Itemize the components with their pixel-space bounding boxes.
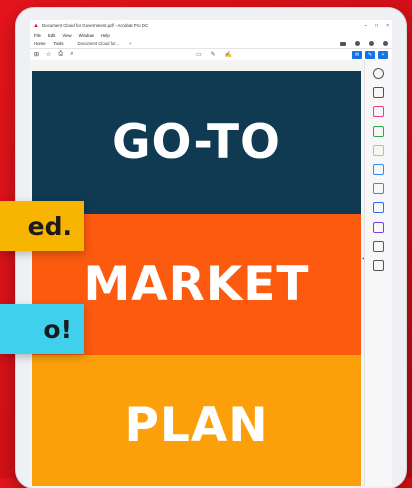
mail-icon[interactable]: ✉ [352,50,362,59]
band-text-go-to: GO-TO [111,115,282,170]
notifications-icon[interactable] [369,41,374,46]
organize-pages-icon[interactable] [373,164,384,175]
callout-yellow: ed. [0,201,84,251]
tab-bar: Home Tools Document Cloud for... × [30,39,392,49]
menu-bar: File Edit View Window Help [30,31,392,39]
callout-yellow-text: ed. [27,211,72,241]
export-pdf-icon[interactable] [373,87,384,99]
edit-pdf-icon[interactable] [373,106,384,118]
menu-file[interactable]: File [34,33,41,38]
add-user-icon[interactable]: + [378,50,388,59]
help-icon[interactable] [355,41,360,46]
comment-icon[interactable] [373,144,384,156]
tab-tools[interactable]: Tools [53,41,63,46]
callout-cyan-text: o! [43,314,72,344]
protect-icon[interactable] [373,202,384,214]
zoom-icon[interactable] [373,68,384,79]
band-go-to: GO-TO [32,71,361,214]
menu-view[interactable]: View [62,33,71,38]
tab-document[interactable]: Document Cloud for... [78,41,120,46]
tab-home[interactable]: Home [34,41,45,46]
comment-tool-icon[interactable]: ▭ [196,51,202,58]
share-icon[interactable] [340,41,346,46]
sign-tool-icon[interactable]: ✍ [225,51,232,58]
band-text-market: MARKET [83,257,310,312]
bookmark-star-icon[interactable]: ☆ [46,51,51,58]
highlight-tool-icon[interactable]: ✎ [211,51,216,58]
menu-help[interactable]: Help [101,33,110,38]
acrobat-logo-icon: ▲ [33,22,39,29]
more-tools-icon[interactable] [373,260,384,271]
scan-icon[interactable] [373,183,384,195]
band-text-plan: PLAN [124,397,269,453]
tab-close-icon[interactable]: × [129,41,132,46]
title-bar: ▲ Document Cloud for Government.pdf - Ac… [30,20,392,31]
minimize-button[interactable]: – [364,23,367,29]
menu-window[interactable]: Window [79,33,94,38]
tools-panel [364,60,392,486]
create-menu-icon[interactable]: ⊞ [34,51,39,58]
close-button[interactable]: × [386,23,389,29]
print-icon[interactable]: ⎙ [58,51,63,58]
fill-sign-icon[interactable] [373,221,384,233]
create-pdf-icon[interactable] [373,125,384,137]
edit-icon[interactable]: ✎ [365,50,375,59]
acrobat-window: ▲ Document Cloud for Government.pdf - Ac… [30,20,392,486]
account-icon[interactable] [383,41,388,46]
callout-cyan: o! [0,304,84,354]
pdf-page: GO-TO MARKET PLAN [32,71,361,486]
maximize-button[interactable]: □ [375,23,378,29]
request-signature-icon[interactable] [373,240,384,252]
menu-edit[interactable]: Edit [48,33,55,38]
search-icon[interactable]: ⌕ [70,51,73,58]
window-title: Document Cloud for Government.pdf - Acro… [42,23,149,28]
band-plan: PLAN [32,355,361,486]
document-viewer[interactable]: GO-TO MARKET PLAN ◂ [30,60,392,486]
